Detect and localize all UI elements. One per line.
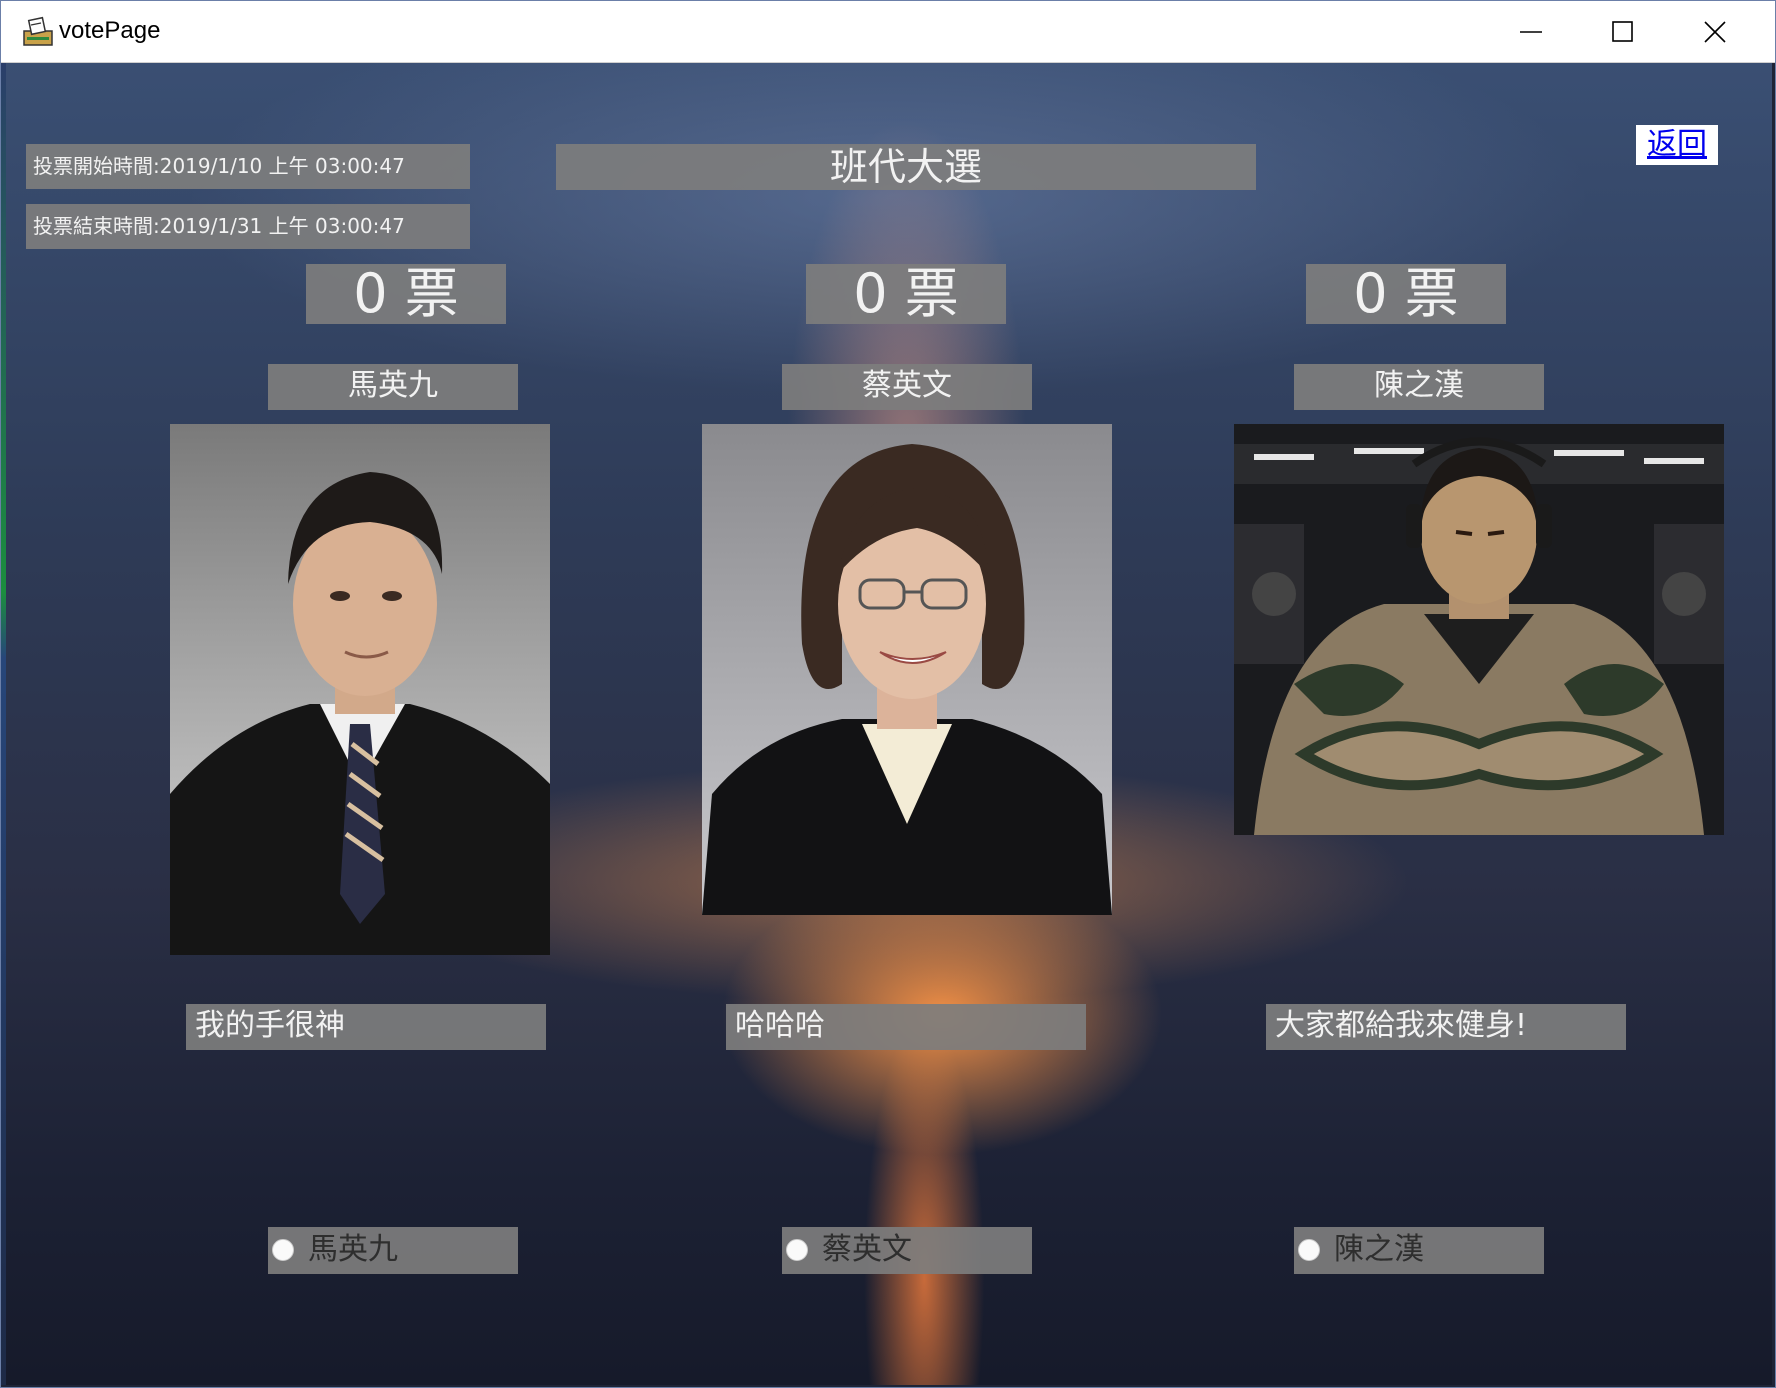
candidate-photo-2 (702, 424, 1112, 915)
candidate-name-3: 陳之漢 (1294, 364, 1544, 410)
vote-count-2: 0 票 (806, 264, 1006, 324)
candidate-slogan-1: 我的手很神 (186, 1004, 546, 1050)
vote-start-time: 投票開始時間:2019/1/10 上午 03:00:47 (26, 144, 470, 189)
minimize-icon (1520, 31, 1542, 33)
ballot-box-icon (23, 16, 53, 46)
candidate-name-1: 馬英九 (268, 364, 518, 410)
title-bar: votePage (1, 1, 1775, 63)
radio-circle-icon[interactable] (1298, 1239, 1320, 1261)
maximize-button[interactable] (1577, 1, 1669, 63)
vote-radio-1[interactable]: 馬英九 (268, 1227, 518, 1274)
close-button[interactable] (1669, 1, 1761, 63)
close-icon (1704, 21, 1726, 43)
radio-label-2: 蔡英文 (822, 1232, 912, 1267)
vote-radio-2[interactable]: 蔡英文 (782, 1227, 1032, 1274)
candidate-photo-1 (170, 424, 550, 955)
vote-window: votePage 投票開始時間:2019/1/10 上午 03:00:47 投票… (0, 0, 1776, 1388)
radio-circle-icon[interactable] (786, 1239, 808, 1261)
election-title: 班代大選 (556, 144, 1256, 190)
vote-count-1: 0 票 (306, 264, 506, 324)
back-link[interactable]: 返回 (1636, 125, 1718, 165)
radio-label-1: 馬英九 (308, 1232, 398, 1267)
vote-page-content: 投票開始時間:2019/1/10 上午 03:00:47 投票結束時間:2019… (6, 63, 1772, 1385)
radio-label-3: 陳之漢 (1334, 1232, 1424, 1267)
candidate-slogan-2: 哈哈哈 (726, 1004, 1086, 1050)
vote-radio-3[interactable]: 陳之漢 (1294, 1227, 1544, 1274)
maximize-icon (1612, 21, 1633, 42)
radio-circle-icon[interactable] (272, 1239, 294, 1261)
candidate-slogan-3: 大家都給我來健身! (1266, 1004, 1626, 1050)
candidate-photo-3 (1234, 424, 1724, 835)
vote-count-3: 0 票 (1306, 264, 1506, 324)
vote-end-time: 投票結束時間:2019/1/31 上午 03:00:47 (26, 204, 470, 249)
minimize-button[interactable] (1485, 1, 1577, 63)
candidate-name-2: 蔡英文 (782, 364, 1032, 410)
window-title: votePage (59, 17, 161, 44)
